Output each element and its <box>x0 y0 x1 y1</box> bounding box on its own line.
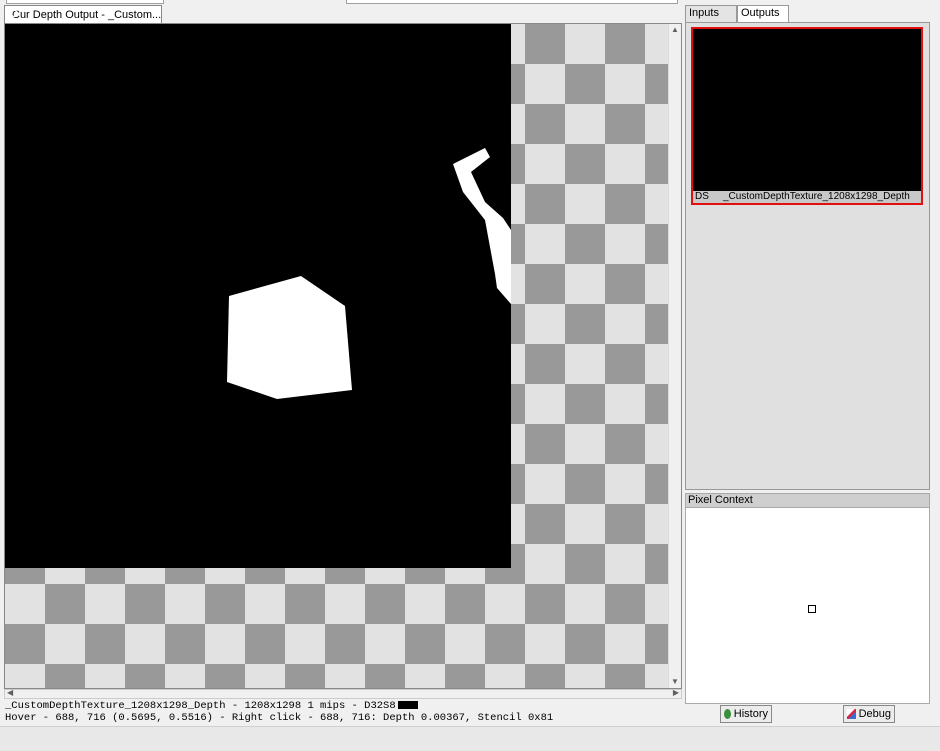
pixel-marker <box>808 605 816 613</box>
tab-cur-depth-output[interactable]: Cur Depth Output - _Custom... <box>4 5 162 23</box>
history-button[interactable]: History <box>720 705 772 723</box>
debug-button[interactable]: Debug <box>843 705 895 723</box>
scroll-left-arrow-icon[interactable]: ◀ <box>7 688 13 697</box>
resource-tabs: Inputs Outputs <box>685 5 939 22</box>
thumbnail-name: _CustomDepthTexture_1208x1298_Depth <box>723 191 910 202</box>
pixel-context-view[interactable] <box>685 508 930 704</box>
scroll-up-arrow-icon[interactable]: ▲ <box>669 24 681 36</box>
viewport-horizontal-scrollbar[interactable]: ◀ ▶ <box>4 688 682 699</box>
top-strip <box>0 0 940 4</box>
tab-cur-depth-output-label: Cur Depth Output - _Custom... <box>12 8 162 21</box>
debug-button-label: Debug <box>858 708 891 720</box>
output-thumbnail-label: DS _CustomDepthTexture_1208x1298_Depth <box>693 191 921 203</box>
depth-shape-arm <box>453 148 511 304</box>
bottom-status-bar <box>0 726 940 751</box>
toolbar-field-left[interactable] <box>6 0 164 4</box>
depth-shape-block <box>227 276 352 399</box>
hover-info-line: Hover - 688, 716 (0.5695, 0.5516) - Righ… <box>5 712 685 724</box>
debug-pencil-icon <box>847 709 856 719</box>
output-thumbnail[interactable]: DS _CustomDepthTexture_1208x1298_Depth <box>691 27 923 205</box>
tab-outputs[interactable]: Outputs <box>737 5 789 22</box>
thumbnail-type: DS <box>695 191 709 202</box>
history-button-label: History <box>733 708 768 720</box>
scroll-down-arrow-icon[interactable]: ▼ <box>669 676 681 688</box>
depth-shapes <box>227 148 511 399</box>
scroll-right-arrow-icon[interactable]: ▶ <box>673 688 679 697</box>
depth-texture-image[interactable] <box>5 24 511 568</box>
right-edge-scrollbar[interactable] <box>930 22 940 722</box>
hover-info-text: Hover - 688, 716 (0.5695, 0.5516) - Righ… <box>5 712 554 724</box>
viewport-vertical-scrollbar[interactable]: ▲ ▼ <box>668 24 681 688</box>
texture-info-text: _CustomDepthTexture_1208x1298_Depth - 12… <box>5 700 396 712</box>
format-color-swatch <box>397 701 418 710</box>
texture-viewport[interactable]: ▲ ▼ <box>4 23 682 689</box>
outputs-pane: DS _CustomDepthTexture_1208x1298_Depth <box>685 22 930 490</box>
pixel-context-toolbar: History Debug <box>685 704 930 724</box>
texture-info-line: _CustomDepthTexture_1208x1298_Depth - 12… <box>5 700 685 712</box>
tab-inputs[interactable]: Inputs <box>685 5 737 22</box>
history-icon <box>724 709 731 719</box>
pixel-context-header: Pixel Context <box>685 493 930 508</box>
toolbar-field-right[interactable] <box>346 0 678 4</box>
